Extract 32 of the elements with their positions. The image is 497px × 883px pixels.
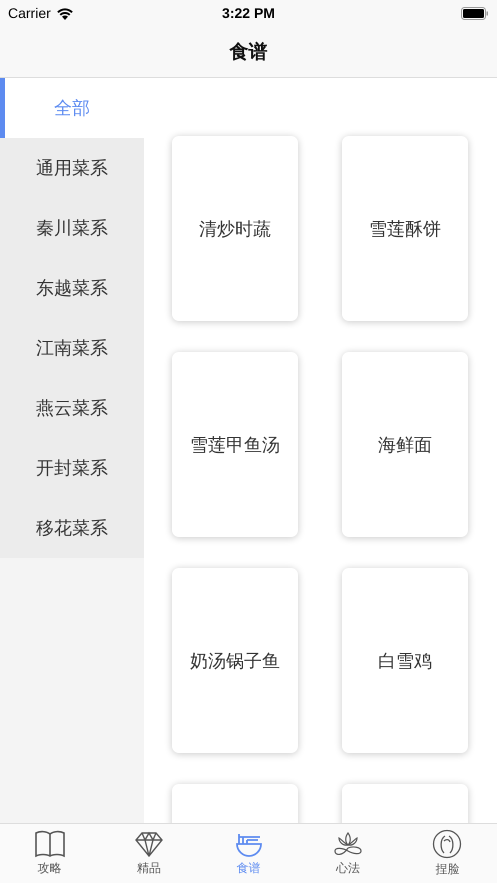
category-item[interactable]: 开封菜系 — [0, 438, 144, 498]
tab-item[interactable]: 攻略 — [0, 824, 100, 883]
recipe-card[interactable]: 雪莲酥饼 — [342, 136, 468, 321]
category-item[interactable]: 秦川菜系 — [0, 198, 144, 258]
recipe-card[interactable]: 奶汤锅子鱼 — [172, 568, 298, 753]
wifi-icon — [56, 6, 74, 20]
recipe-card[interactable]: 清炒时蔬 — [172, 136, 298, 321]
recipe-name: 雪莲酥饼 — [369, 218, 441, 240]
recipe-card[interactable]: 海鲜面 — [342, 352, 468, 537]
diamond-icon — [134, 830, 164, 858]
lotus-icon — [332, 830, 363, 858]
recipe-card[interactable]: 白雪鸡 — [342, 568, 468, 753]
category-item[interactable]: 移花菜系 — [0, 498, 144, 558]
book-icon — [34, 830, 66, 858]
tab-item[interactable]: 心法 — [298, 824, 398, 883]
page-title: 食谱 — [230, 40, 268, 64]
recipe-name: 海鲜面 — [378, 434, 432, 456]
clock: 3:22 PM — [222, 5, 275, 21]
recipe-name: 白雪鸡 — [378, 650, 432, 672]
battery-icon — [461, 6, 489, 20]
category-item[interactable]: 通用菜系 — [0, 138, 144, 198]
recipe-name: 清炒时蔬 — [199, 218, 271, 240]
recipe-name: 雪莲甲鱼汤 — [190, 434, 280, 456]
category-item[interactable]: 江南菜系 — [0, 318, 144, 378]
category-item[interactable]: 燕云菜系 — [0, 378, 144, 438]
carrier-label: Carrier — [8, 5, 51, 21]
recipe-card[interactable]: 雪莲甲鱼汤 — [172, 352, 298, 537]
category-item[interactable]: 东越菜系 — [0, 258, 144, 318]
tab-item[interactable]: 精品 — [99, 824, 199, 883]
face-icon — [432, 829, 462, 859]
tab-item[interactable]: 捏脸 — [398, 824, 497, 883]
recipe-name: 奶汤锅子鱼 — [190, 650, 280, 672]
